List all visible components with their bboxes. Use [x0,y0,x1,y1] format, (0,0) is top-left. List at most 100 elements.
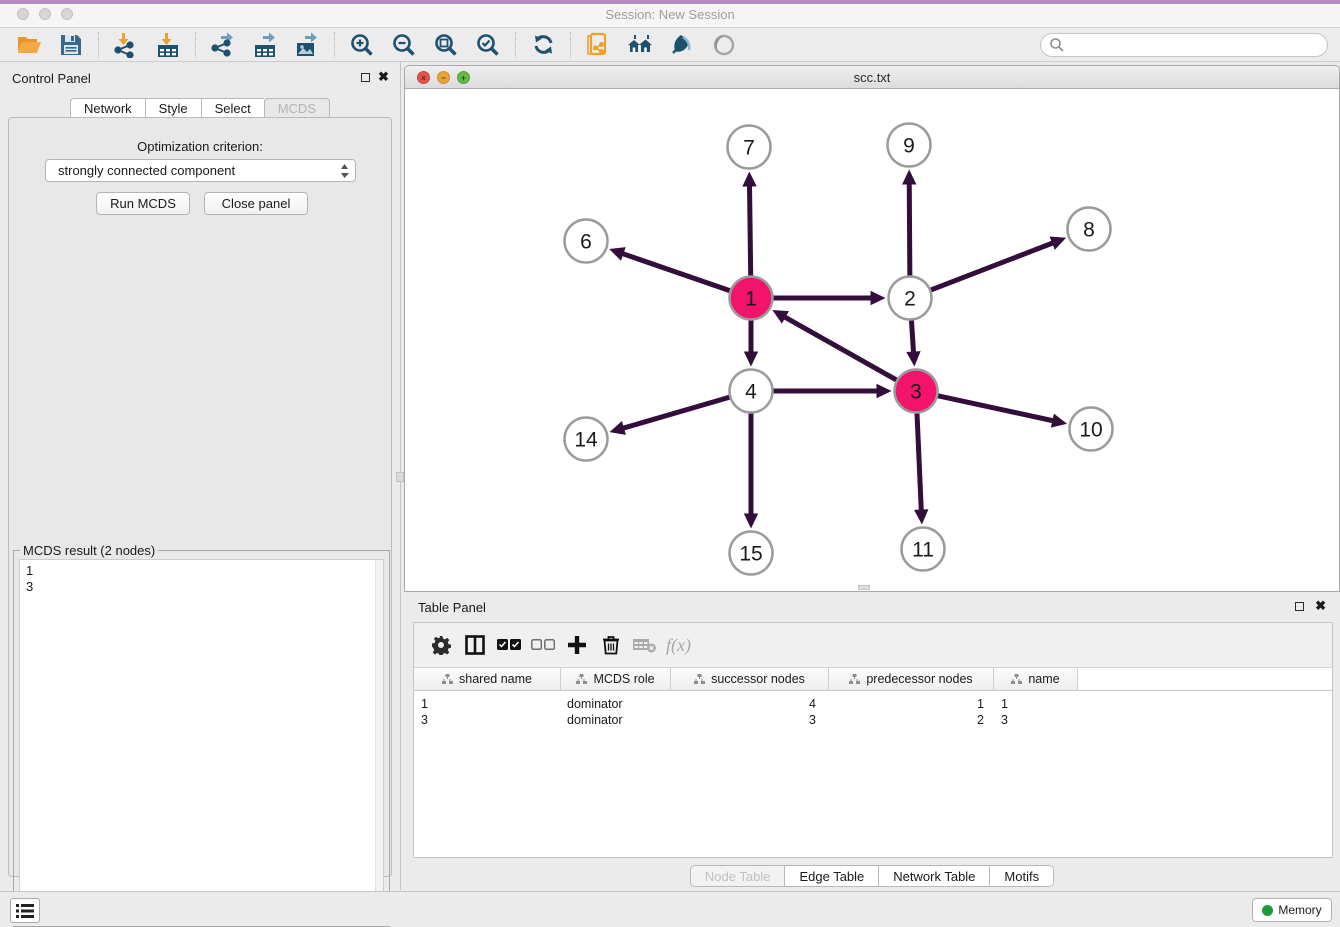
close-table-panel-icon[interactable]: ✖ [1315,598,1326,614]
cell-successor-nodes: 4 [671,697,829,713]
deselect-all-rows-icon[interactable] [526,628,560,662]
export-table-icon[interactable] [250,30,280,60]
export-image-icon[interactable] [292,30,322,60]
cell-predecessor-nodes: 2 [829,713,994,729]
edge-2-8[interactable] [931,236,1066,289]
node-label: 8 [1083,219,1095,242]
vertical-splitter-grip[interactable] [396,472,404,482]
zoom-fit-icon[interactable] [431,30,461,60]
node-14[interactable]: 14 [565,418,608,461]
tab-edge-table[interactable]: Edge Table [784,865,878,887]
node-label: 3 [910,381,922,404]
column-header-name[interactable]: name [994,668,1078,690]
edge-1-2[interactable] [774,291,886,305]
edge-4-14[interactable] [610,397,730,435]
mcds-result-area[interactable]: 1 3 [19,559,384,919]
zoom-in-icon[interactable] [347,30,377,60]
clone-network-icon[interactable] [583,30,613,60]
tab-network-table[interactable]: Network Table [878,865,989,887]
node-15[interactable]: 15 [730,532,773,575]
home-layout-icon[interactable] [625,30,655,60]
column-header-MCDS-role[interactable]: MCDS role [561,668,671,690]
import-table-icon[interactable] [153,30,183,60]
select-stepper-icon [340,163,349,179]
node-2[interactable]: 2 [889,277,932,320]
tab-style[interactable]: Style [145,98,201,118]
control-panel-header: Control Panel ✖ [0,62,400,92]
zoom-selected-icon[interactable] [473,30,503,60]
birds-eye-view-icon[interactable] [709,30,739,60]
edge-1-6[interactable] [609,247,730,291]
tab-network[interactable]: Network [70,98,145,118]
search-field[interactable] [1040,33,1328,57]
task-history-button[interactable] [10,898,40,923]
node-7[interactable]: 7 [728,126,771,169]
control-panel-title: Control Panel [12,71,91,86]
node-3[interactable]: 3 [895,370,938,413]
table-settings-icon[interactable] [424,628,458,662]
table-toolbar: f(x) [414,623,1332,667]
network-view-titlebar: × − + scc.txt [405,66,1339,89]
network-graph-canvas[interactable]: 1 2 3 4 6 7 8 9 10 11 14 15 [405,89,1339,589]
float-table-panel-icon[interactable] [1295,602,1304,611]
save-session-icon[interactable] [56,30,86,60]
edge-3-11[interactable] [914,413,928,524]
edge-2-9[interactable] [902,169,916,275]
optimization-criterion-label: Optimization criterion: [9,139,391,154]
edge-3-10[interactable] [938,396,1067,428]
open-session-icon[interactable] [14,30,44,60]
cell-successor-nodes: 3 [671,713,829,729]
close-panel-icon[interactable]: ✖ [378,69,389,85]
node-label: 9 [903,135,915,158]
show-graphics-details-icon[interactable] [667,30,697,60]
node-10[interactable]: 10 [1070,408,1113,451]
run-mcds-button[interactable]: Run MCDS [96,192,190,215]
tab-node-table[interactable]: Node Table [690,865,785,887]
tab-motifs[interactable]: Motifs [989,865,1054,887]
edge-4-15[interactable] [744,414,758,529]
edge-1-4[interactable] [744,321,758,367]
node-label: 1 [745,288,757,311]
column-header-shared-name[interactable]: shared name [414,668,561,690]
node-8[interactable]: 8 [1068,208,1111,251]
delete-table-icon[interactable] [628,628,662,662]
edge-4-3[interactable] [774,384,892,398]
column-header-successor-nodes[interactable]: successor nodes [671,668,829,690]
edge-1-7[interactable] [742,171,756,275]
mcds-result-text: 1 3 [20,560,383,598]
delete-row-icon[interactable] [594,628,628,662]
table-row[interactable]: 3dominator323 [414,713,1332,729]
node-label: 6 [580,231,592,254]
memory-button[interactable]: Memory [1252,898,1332,922]
window-titlebar: Session: New Session [0,0,1340,28]
function-builder-icon[interactable]: f(x) [666,635,691,656]
result-scrollbar[interactable] [375,560,383,918]
tab-select[interactable]: Select [201,98,264,118]
export-network-icon[interactable] [208,30,238,60]
float-panel-icon[interactable] [361,73,370,82]
table-panel-title: Table Panel [418,600,486,615]
network-view-title: scc.txt [405,70,1339,85]
node-4[interactable]: 4 [730,370,773,413]
add-row-icon[interactable] [560,628,594,662]
column-header-predecessor-nodes[interactable]: predecessor nodes [829,668,994,690]
node-1[interactable]: 1 [730,277,773,320]
edge-2-3[interactable] [906,320,920,366]
refresh-view-icon[interactable] [528,30,558,60]
select-all-rows-icon[interactable] [492,628,526,662]
zoom-out-icon[interactable] [389,30,419,60]
horizontal-splitter-grip[interactable] [858,585,870,590]
node-label: 2 [904,288,916,311]
node-label: 7 [743,137,755,160]
show-column-icon[interactable] [458,628,492,662]
criterion-value: strongly connected component [58,163,235,178]
search-icon [1049,37,1065,53]
edge-3-1[interactable] [772,310,896,380]
table-row[interactable]: 1dominator411 [414,697,1332,713]
close-panel-button[interactable]: Close panel [204,192,308,215]
node-11[interactable]: 11 [902,528,945,571]
node-9[interactable]: 9 [888,124,931,167]
import-network-icon[interactable] [111,30,141,60]
node-6[interactable]: 6 [565,220,608,263]
criterion-select[interactable]: strongly connected component [45,159,356,182]
